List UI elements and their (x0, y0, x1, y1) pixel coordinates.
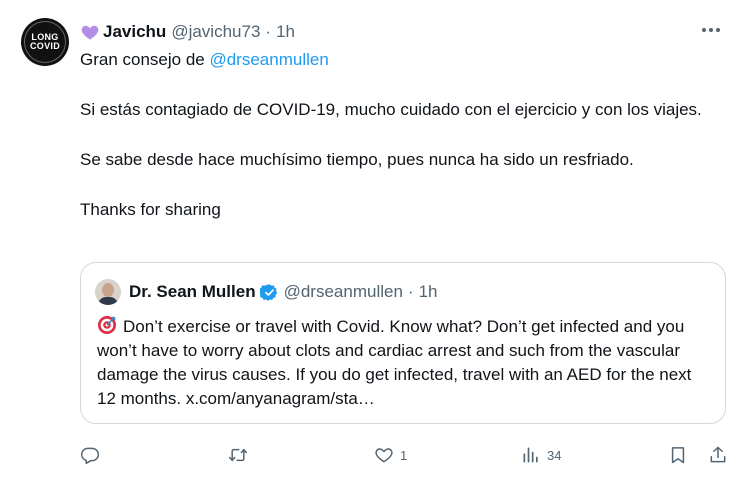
like-button[interactable]: 1 (374, 442, 407, 468)
mention-link[interactable]: @drseanmullen (209, 50, 328, 69)
quoted-tweet-header: Dr. Sean Mullen @drseanmullen · 1h (95, 279, 438, 305)
share-icon (710, 446, 726, 463)
quoted-tweet-text: Don’t exercise or travel with Covid. Kno… (97, 315, 713, 411)
tweet-paragraph: Thanks for sharing (80, 200, 221, 219)
verified-badge-icon (259, 283, 277, 301)
quoted-avatar-shirt (98, 297, 118, 305)
author-handle[interactable]: @javichu73 (171, 22, 260, 42)
views-count: 34 (547, 447, 562, 463)
separator-dot: · (407, 282, 414, 301)
quoted-author-name[interactable]: Dr. Sean Mullen (129, 282, 256, 302)
quoted-text-body: Don’t exercise or travel with Covid. Kno… (97, 317, 692, 408)
more-icon[interactable] (700, 20, 722, 40)
tweet-intro: Gran consejo de (80, 50, 210, 69)
share-button[interactable] (708, 442, 728, 468)
bookmark-icon (671, 447, 685, 464)
avatar[interactable]: LONG COVID (21, 18, 69, 66)
more-dot (702, 28, 706, 32)
repost-icon (228, 448, 248, 462)
like-icon (375, 448, 393, 463)
reply-button[interactable] (80, 442, 106, 468)
quoted-tweet[interactable]: Dr. Sean Mullen @drseanmullen · 1h Don’t… (80, 262, 726, 424)
target-icon (98, 316, 116, 334)
more-dot (709, 28, 713, 32)
quoted-timestamp[interactable]: 1h (419, 282, 438, 302)
bookmark-button[interactable] (668, 442, 688, 468)
repost-button[interactable] (228, 442, 254, 468)
quoted-avatar-face (102, 283, 114, 297)
views-button[interactable]: 34 (521, 442, 561, 468)
tweet-header: Javichu @javichu73 · 1h (80, 20, 722, 44)
tweet-intro-line: Gran consejo de @drseanmullen (80, 48, 730, 72)
timestamp[interactable]: 1h (276, 22, 295, 42)
separator-dot: · (265, 22, 272, 41)
action-bar: 1 34 (80, 442, 730, 468)
quoted-avatar[interactable] (95, 279, 121, 305)
more-dot (716, 28, 720, 32)
like-count: 1 (400, 447, 408, 463)
tweet-text: Gran consejo de @drseanmullen Si estás c… (80, 48, 730, 222)
purple-heart-icon (81, 25, 99, 40)
reply-icon (80, 447, 100, 465)
author-name[interactable]: Javichu (103, 22, 166, 42)
quoted-author-handle[interactable]: @drseanmullen (284, 282, 403, 302)
views-icon (523, 447, 538, 463)
tweet-paragraph: Si estás contagiado de COVID-19, mucho c… (80, 100, 702, 119)
tweet-paragraph: Se sabe desde hace muchísimo tiempo, pue… (80, 150, 634, 169)
avatar-ring (24, 21, 66, 63)
